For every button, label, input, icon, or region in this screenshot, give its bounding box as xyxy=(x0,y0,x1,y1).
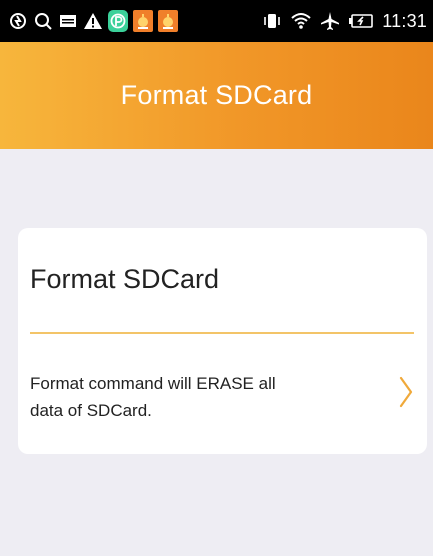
wifi-icon xyxy=(291,11,311,31)
page-title: Format SDCard xyxy=(120,80,313,110)
format-description-line1: Format command will ERASE all xyxy=(30,374,276,393)
battery-charging-icon xyxy=(349,11,374,31)
warning-icon xyxy=(83,11,103,31)
header-bar: Format SDCard xyxy=(0,42,433,149)
chevron-right-icon[interactable] xyxy=(396,372,416,412)
gallery-icon xyxy=(58,11,78,31)
card-title: Format SDCard xyxy=(30,264,220,294)
search-icon xyxy=(33,11,53,31)
status-time: 11:31 xyxy=(382,10,427,31)
vibrate-icon xyxy=(262,11,282,31)
sync-icon xyxy=(8,11,28,31)
airplane-icon xyxy=(320,11,340,31)
format-description-line2: data of SDCard. xyxy=(30,401,152,420)
app-p-icon xyxy=(108,10,128,32)
status-bar: 11:31 xyxy=(0,0,433,42)
divider xyxy=(30,332,414,334)
alarm-app-icon xyxy=(133,10,153,32)
format-sdcard-row[interactable]: Format command will ERASE all data of SD… xyxy=(18,348,427,438)
format-description: Format command will ERASE all data of SD… xyxy=(30,370,330,424)
format-card: Format SDCard Format command will ERASE … xyxy=(18,228,427,454)
alarm-app-icon xyxy=(158,10,178,32)
